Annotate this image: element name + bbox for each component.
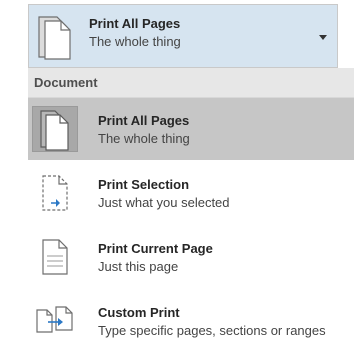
menu-item-title: Print Current Page xyxy=(98,241,213,256)
print-all-pages-icon xyxy=(35,13,79,61)
dropdown-subtitle: The whole thing xyxy=(89,34,181,49)
menu-item-title: Print All Pages xyxy=(98,113,190,128)
menu-item-subtitle: Type specific pages, sections or ranges xyxy=(98,323,326,338)
menu-item-print-current-page[interactable]: Print Current Page Just this page xyxy=(28,226,354,288)
print-current-page-icon xyxy=(32,234,78,280)
print-selection-icon xyxy=(32,170,78,216)
menu-item-title: Custom Print xyxy=(98,305,180,320)
menu-item-subtitle: Just what you selected xyxy=(98,195,230,210)
custom-print-icon xyxy=(32,298,78,344)
print-range-dropdown[interactable]: Print All Pages The whole thing xyxy=(28,4,338,68)
print-all-pages-icon xyxy=(32,106,78,152)
menu-item-subtitle: Just this page xyxy=(98,259,179,274)
menu-section-header: Document xyxy=(28,68,354,98)
menu-item-subtitle: The whole thing xyxy=(98,131,190,146)
menu-item-print-all-pages[interactable]: Print All Pages The whole thing xyxy=(28,98,354,160)
menu-item-title: Print Selection xyxy=(98,177,190,192)
print-range-menu: Document Print All Pages The whole thing xyxy=(28,68,354,345)
chevron-down-icon xyxy=(319,35,327,40)
dropdown-title: Print All Pages xyxy=(89,16,181,31)
menu-item-print-selection[interactable]: Print Selection Just what you selected xyxy=(28,162,354,224)
menu-item-custom-print[interactable]: Custom Print Type specific pages, sectio… xyxy=(28,290,354,345)
